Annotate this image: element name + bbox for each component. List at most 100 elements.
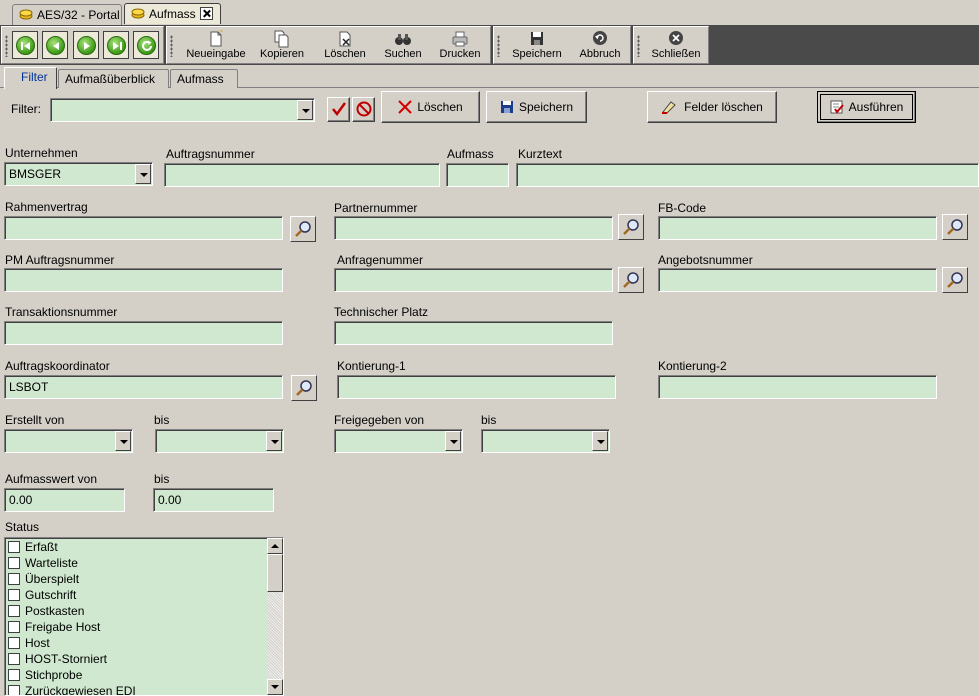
scroll-up-button[interactable]: [267, 538, 283, 554]
status-item-gutschrift[interactable]: Gutschrift: [8, 588, 76, 604]
checkbox[interactable]: [8, 541, 20, 553]
angebotsnummer-field[interactable]: [658, 268, 937, 292]
freigegeben-bis-label: bis: [481, 413, 497, 427]
aufmass-field[interactable]: [446, 163, 509, 187]
status-item-warteliste[interactable]: Warteliste: [8, 556, 78, 572]
anfragenummer-field[interactable]: [334, 268, 613, 292]
apply-filter-button[interactable]: [327, 97, 350, 122]
status-scrollbar[interactable]: [267, 538, 283, 695]
chevron-down-icon[interactable]: [266, 431, 282, 451]
transaktionsnummer-label: Transaktionsnummer: [5, 305, 118, 319]
cancel-button[interactable]: Abbruch: [576, 29, 624, 63]
previous-record-button[interactable]: [42, 31, 68, 59]
filter-select[interactable]: [50, 98, 315, 122]
doc-tab-portal[interactable]: AES/32 - Portal: [12, 4, 122, 25]
execute-document-icon: [830, 100, 844, 114]
status-item-freigabe-host[interactable]: Freigabe Host: [8, 620, 100, 636]
status-item-erfasst[interactable]: Erfaßt: [8, 540, 58, 556]
checkbox[interactable]: [8, 557, 20, 569]
aufmasswert-bis-label: bis: [154, 472, 170, 486]
close-button[interactable]: Schließen: [648, 29, 704, 63]
freigegeben-von-select[interactable]: [334, 429, 463, 453]
auftragskoordinator-field[interactable]: LSBOT: [4, 375, 283, 399]
status-item-host-storniert[interactable]: HOST-Storniert: [8, 652, 107, 668]
rahmenvertrag-lookup-button[interactable]: [290, 216, 316, 242]
last-record-button[interactable]: [103, 31, 129, 59]
auftragskoordinator-lookup-button[interactable]: [291, 375, 317, 401]
refresh-button[interactable]: [133, 31, 159, 59]
scroll-thumb[interactable]: [267, 554, 283, 592]
kontierung-2-field[interactable]: [658, 375, 937, 399]
anfragenummer-lookup-button[interactable]: [618, 267, 644, 293]
technischer-platz-field[interactable]: [334, 321, 613, 345]
print-button[interactable]: Drucken: [437, 29, 483, 63]
kurztext-field[interactable]: [516, 163, 979, 187]
tab-aufmassueberblick[interactable]: Aufmaßüberblick: [58, 69, 169, 88]
transaktionsnummer-field[interactable]: [4, 321, 283, 345]
tab-filter[interactable]: Filter: [4, 67, 57, 89]
clear-fields-button[interactable]: Felder löschen: [647, 91, 777, 123]
sub-tab-strip: Filter Aufmaßüberblick Aufmass: [0, 66, 979, 89]
tab-aufmass[interactable]: Aufmass: [170, 69, 238, 88]
save-group: Speichern Abbruch: [493, 26, 631, 64]
aufmasswert-von-field[interactable]: 0.00: [4, 488, 125, 512]
status-item-host[interactable]: Host: [8, 636, 50, 652]
chevron-down-icon[interactable]: [592, 431, 608, 451]
status-item-postkasten[interactable]: Postkasten: [8, 604, 84, 620]
checkbox[interactable]: [8, 653, 20, 665]
execute-button[interactable]: Ausführen: [817, 91, 916, 123]
chevron-down-icon[interactable]: [297, 100, 313, 120]
kontierung-1-field[interactable]: [337, 375, 616, 399]
fb-code-field[interactable]: [658, 216, 937, 240]
toolbar-grip[interactable]: [637, 35, 640, 57]
erstellt-von-select[interactable]: [4, 429, 133, 453]
close-circle-icon: [669, 31, 683, 45]
auftragsnummer-field[interactable]: [164, 163, 440, 187]
checkbox[interactable]: [8, 621, 20, 633]
freigegeben-von-label: Freigegeben von: [334, 413, 425, 427]
edit-group: Neueingabe Kopieren Löschen Suchen Druck…: [166, 26, 491, 64]
delete-button[interactable]: Löschen: [323, 29, 367, 63]
unternehmen-select[interactable]: BMSGER: [4, 162, 153, 186]
filter-save-button[interactable]: Speichern: [486, 91, 587, 123]
checkbox[interactable]: [8, 589, 20, 601]
checkbox[interactable]: [8, 669, 20, 681]
auftragsnummer-label: Auftragsnummer: [166, 147, 255, 161]
chevron-down-icon[interactable]: [115, 431, 131, 451]
pm-auftragsnummer-field[interactable]: [4, 268, 283, 292]
scroll-down-button[interactable]: [267, 679, 283, 695]
fb-code-lookup-button[interactable]: [942, 214, 968, 240]
partnernummer-field[interactable]: [334, 216, 613, 240]
status-item-ueberspielt[interactable]: Überspielt: [8, 572, 79, 588]
angebotsnummer-lookup-button[interactable]: [942, 267, 968, 293]
first-record-button[interactable]: [12, 31, 38, 59]
copy-icon: [274, 30, 289, 48]
printer-icon: [452, 31, 468, 47]
copy-button[interactable]: Kopieren: [257, 29, 307, 63]
doc-tab-aufmass[interactable]: Aufmass: [124, 3, 221, 24]
checkbox[interactable]: [8, 637, 20, 649]
rahmenvertrag-field[interactable]: [4, 216, 283, 240]
status-item-stichprobe[interactable]: Stichprobe: [8, 668, 82, 684]
filter-delete-button[interactable]: Löschen: [381, 91, 480, 123]
chevron-down-icon[interactable]: [135, 164, 151, 184]
next-record-button[interactable]: [73, 31, 99, 59]
partnernummer-lookup-button[interactable]: [618, 214, 644, 240]
freigegeben-bis-select[interactable]: [481, 429, 610, 453]
toolbar-grip[interactable]: [5, 35, 8, 57]
discard-filter-button[interactable]: [352, 97, 375, 122]
checkbox[interactable]: [8, 573, 20, 585]
checkbox[interactable]: [8, 685, 20, 695]
toolbar-grip[interactable]: [170, 35, 173, 57]
search-button[interactable]: Suchen: [382, 29, 424, 63]
doc-tab-label: Aufmass: [149, 7, 196, 21]
erstellt-bis-select[interactable]: [155, 429, 284, 453]
save-button[interactable]: Speichern: [510, 29, 564, 63]
checkbox[interactable]: [8, 605, 20, 617]
toolbar-grip[interactable]: [497, 35, 500, 57]
close-tab-icon[interactable]: [199, 7, 213, 20]
aufmasswert-bis-field[interactable]: 0.00: [153, 488, 274, 512]
chevron-down-icon[interactable]: [445, 431, 461, 451]
status-item-zurueckgewiesen-edi[interactable]: Zurückgewiesen EDI: [8, 684, 136, 695]
new-entry-button[interactable]: Neueingabe: [183, 29, 249, 63]
